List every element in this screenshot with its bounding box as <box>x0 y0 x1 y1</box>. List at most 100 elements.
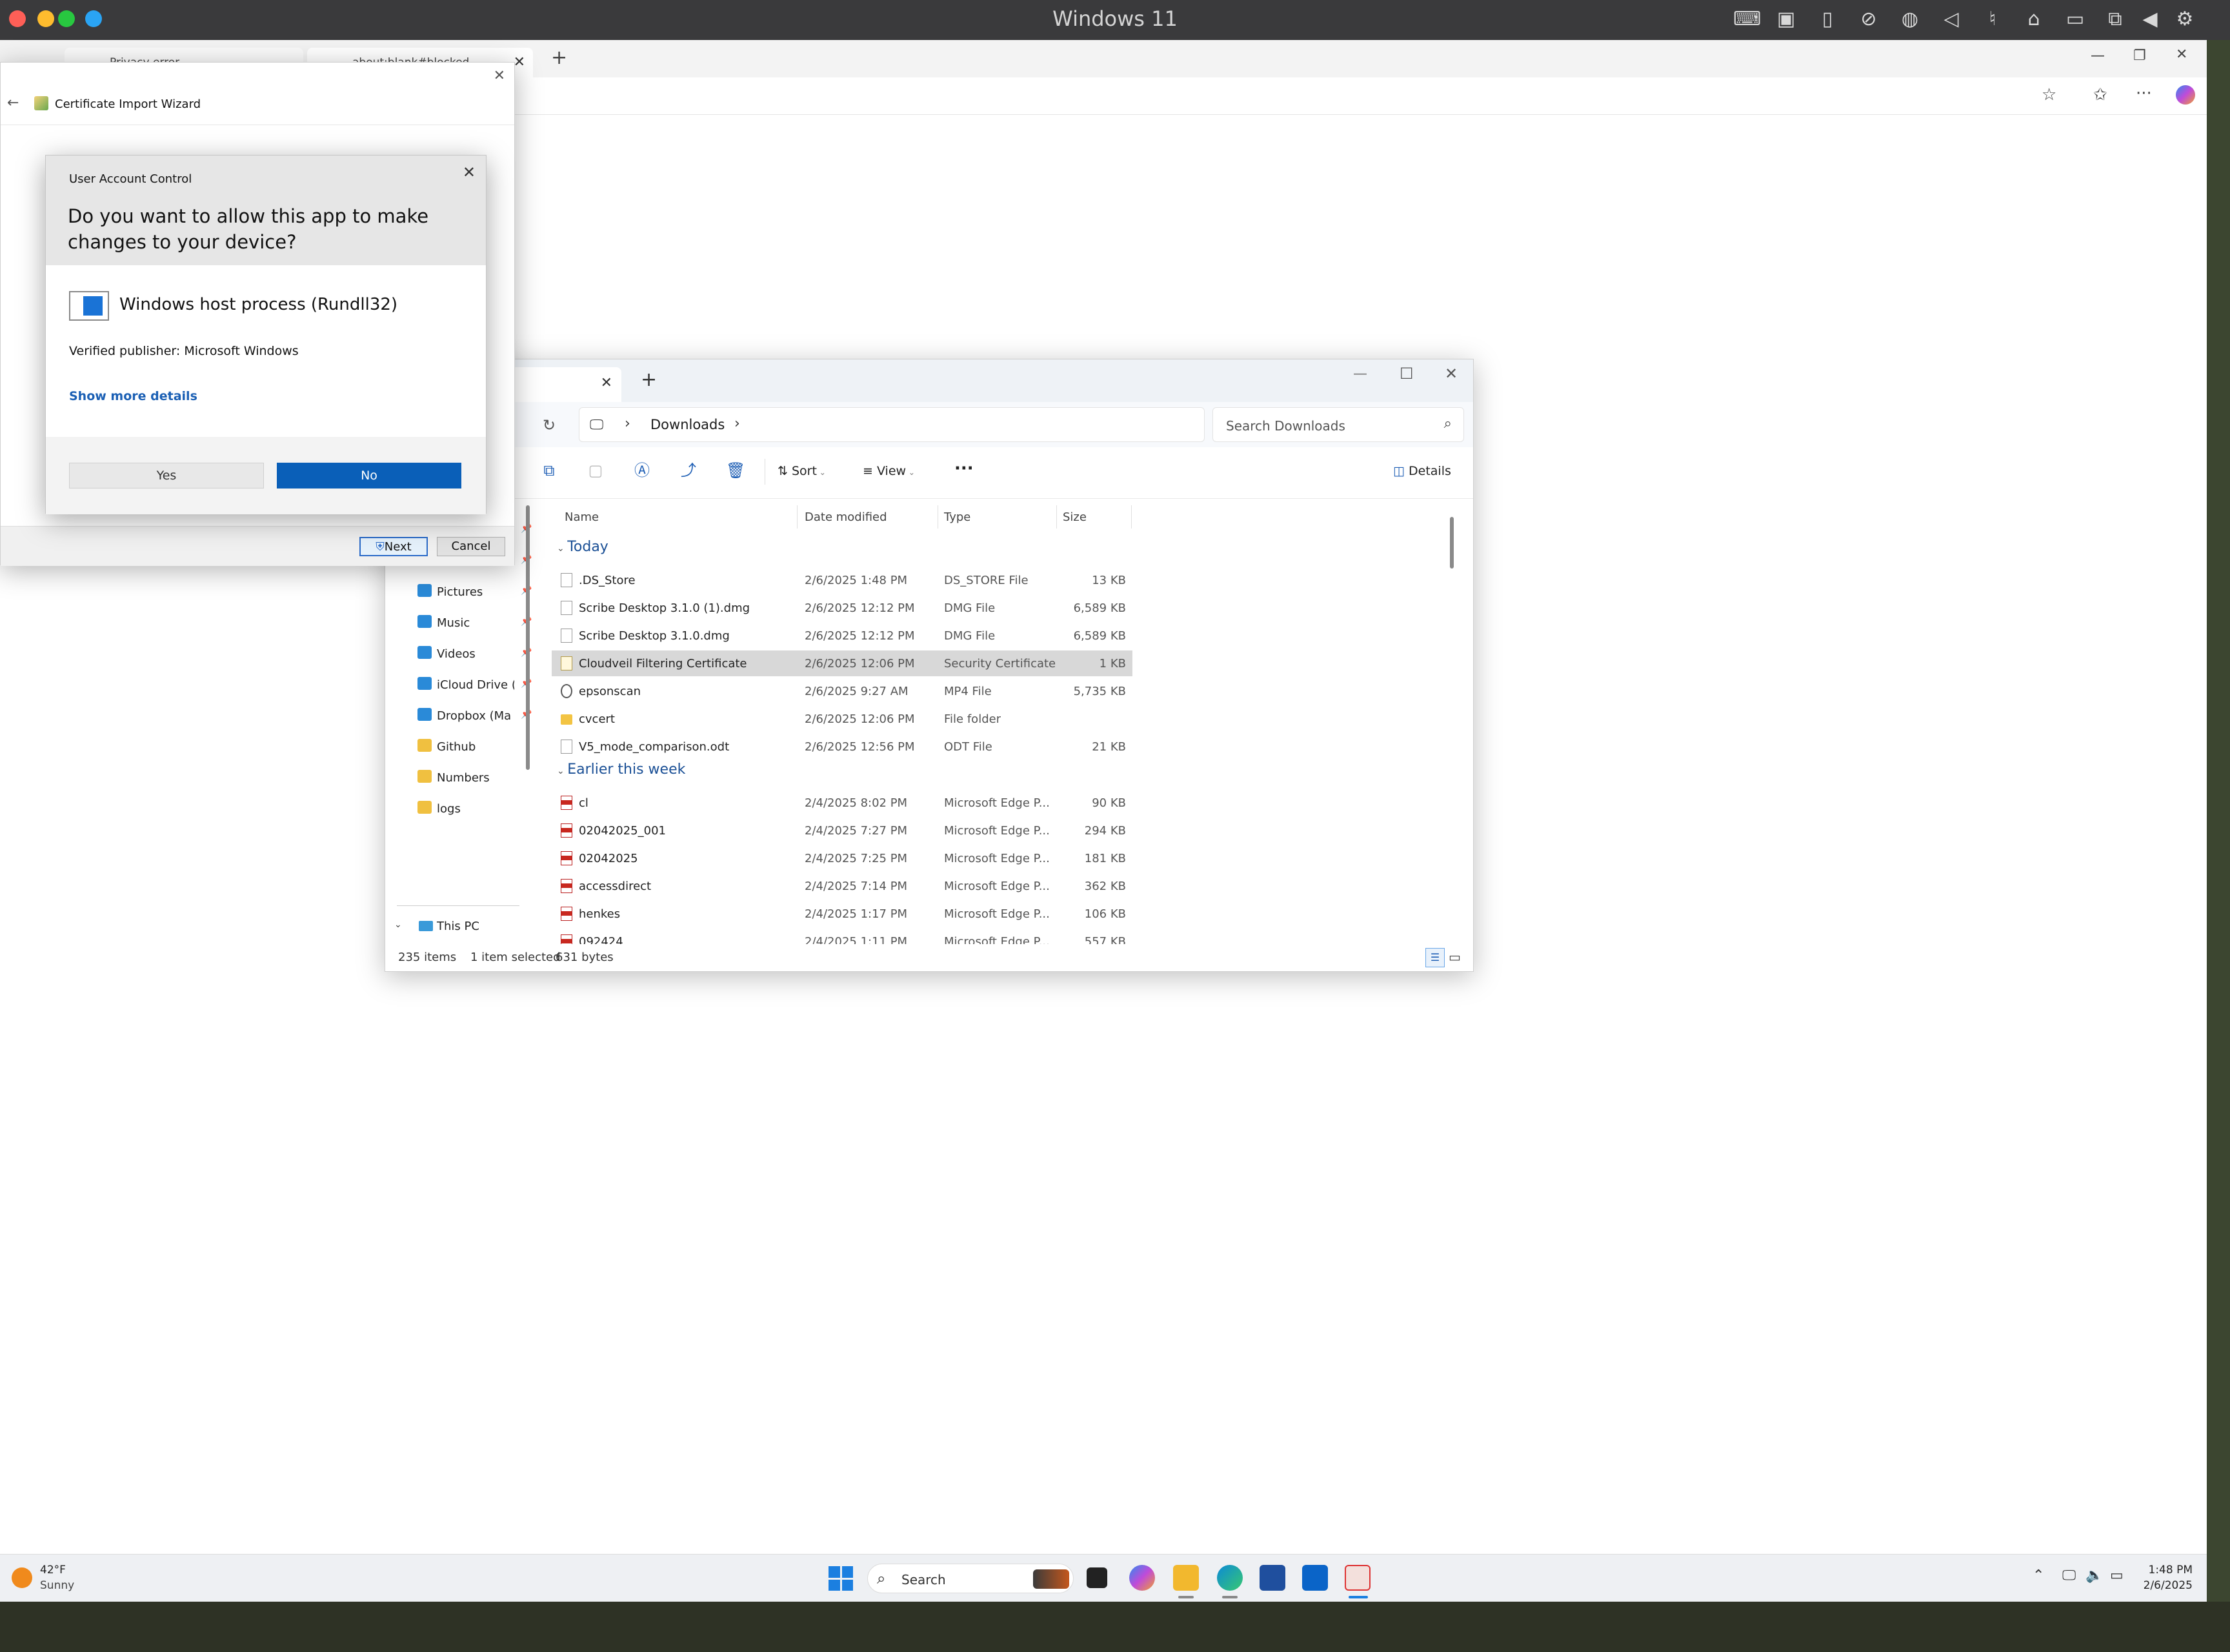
nav-item[interactable]: logs <box>417 796 534 821</box>
store-icon[interactable] <box>1260 1565 1285 1591</box>
nav-item[interactable]: Videos📌 <box>417 641 534 667</box>
nav-scrollbar[interactable] <box>526 505 530 770</box>
rename-icon[interactable]: Ⓐ <box>633 461 651 479</box>
delete-icon[interactable]: 🗑 <box>726 461 745 479</box>
view-button[interactable]: ≡ View ⌄ <box>863 464 915 478</box>
close-icon[interactable]: ✕ <box>2176 46 2187 63</box>
column-type[interactable]: Type <box>944 510 970 524</box>
back-arrow-icon[interactable]: ◀ <box>2140 9 2160 30</box>
breadcrumb-downloads[interactable]: Downloads <box>650 417 725 432</box>
nav-this-pc[interactable]: This PC <box>437 920 479 933</box>
new-tab-button[interactable]: + <box>551 46 567 69</box>
close-icon[interactable]: ✕ <box>494 68 505 84</box>
more-options-button[interactable]: ··· <box>954 459 974 478</box>
certificate-manager-icon[interactable] <box>1345 1565 1371 1591</box>
more-menu-icon[interactable]: ··· <box>2136 84 2152 103</box>
chevron-up-icon[interactable]: ⌃ <box>2033 1567 2044 1584</box>
nav-item[interactable]: Github <box>417 734 534 760</box>
tiles-view-icon[interactable]: ▭ <box>1449 949 1461 965</box>
table-row[interactable]: .DS_Store 2/6/2025 1:48 PM DS_STORE File 13… <box>552 567 1132 593</box>
show-more-details-link[interactable]: Show more details <box>69 389 197 403</box>
weather-temp[interactable]: 42°F <box>40 1564 66 1576</box>
nav-item[interactable]: iCloud Drive (📌 <box>417 672 534 698</box>
outlook-icon[interactable] <box>1302 1565 1328 1591</box>
paste-icon[interactable]: ▢ <box>587 461 605 479</box>
sun-icon[interactable] <box>12 1567 32 1588</box>
table-row[interactable]: Scribe Desktop 3.1.0.dmg 2/6/2025 12:12 P… <box>552 623 1132 649</box>
maximize-icon[interactable]: ☐ <box>1400 365 1414 383</box>
table-row[interactable]: V5_mode_comparison.odt 2/6/2025 12:56 PM O… <box>552 734 1132 760</box>
back-arrow-icon[interactable]: ← <box>7 95 19 111</box>
nav-item[interactable]: Pictures📌 <box>417 579 534 605</box>
gear-icon[interactable]: ⚙ <box>2175 9 2195 30</box>
table-row[interactable]: 092424 2/4/2025 1:11 PM Microsoft Edge P..… <box>552 929 1132 944</box>
keyboard-icon[interactable]: ⌨ <box>1733 9 1761 30</box>
refresh-icon[interactable]: ↻ <box>543 416 556 434</box>
minimize-icon[interactable]: — <box>2091 48 2105 64</box>
share-screen-icon[interactable]: ⧉ <box>2105 9 2125 30</box>
search-box[interactable]: Search Downloads ⌕ <box>1212 407 1464 442</box>
minimize-icon[interactable]: — <box>1353 366 1367 382</box>
column-name[interactable]: Name <box>565 510 599 524</box>
sort-button[interactable]: ⇅ Sort ⌄ <box>778 464 826 478</box>
nav-item[interactable]: Music📌 <box>417 610 534 636</box>
yes-button[interactable]: Yes <box>69 463 264 489</box>
usb-icon[interactable]: ▯ <box>1817 9 1838 30</box>
copy-icon[interactable]: ⧉ <box>540 461 558 479</box>
details-view-icon[interactable]: ☰ <box>1425 948 1445 967</box>
taskbar-search[interactable]: ⌕ Search <box>867 1564 1074 1593</box>
group-header[interactable]: ⌄ Earlier this week <box>557 761 685 778</box>
copilot-icon[interactable] <box>2176 85 2195 105</box>
table-row[interactable]: 02042025_001 2/4/2025 7:27 PM Microsoft Ed… <box>552 818 1132 843</box>
details-pane-button[interactable]: ◫ Details <box>1393 464 1451 478</box>
new-tab-icon[interactable]: + <box>641 368 657 391</box>
column-size[interactable]: Size <box>1063 510 1087 524</box>
column-date-modified[interactable]: Date modified <box>805 510 887 524</box>
no-button[interactable]: No <box>277 463 461 489</box>
close-icon[interactable]: ✕ <box>1445 365 1458 383</box>
list-scrollbar[interactable] <box>1450 517 1454 569</box>
copilot-icon[interactable] <box>1129 1565 1155 1591</box>
file-explorer-icon[interactable] <box>1173 1565 1199 1591</box>
edge-icon[interactable] <box>1217 1565 1243 1591</box>
volume-icon[interactable]: 🔈 <box>2085 1567 2103 1584</box>
nav-item[interactable]: Numbers <box>417 765 534 791</box>
drive-icon[interactable]: ⌂ <box>2024 9 2044 30</box>
globe-icon[interactable]: ◍ <box>1900 9 1920 30</box>
share-icon[interactable]: ⤴ <box>679 461 698 479</box>
task-view-icon[interactable] <box>1087 1567 1107 1588</box>
video-icon[interactable]: ▭ <box>2065 9 2085 30</box>
battery-icon[interactable]: ▭ <box>2110 1567 2124 1584</box>
next-button[interactable]: ⛨Next <box>359 537 428 556</box>
table-row[interactable]: epsonscan 2/6/2025 9:27 AM MP4 File 5,735 K… <box>552 678 1132 704</box>
table-row[interactable]: Cloudveil Filtering Certificate 2/6/2025 … <box>552 650 1132 676</box>
table-row[interactable]: accessdirect 2/4/2025 7:14 PM Microsoft Ed… <box>552 873 1132 899</box>
cpu-icon[interactable]: ▣ <box>1776 9 1796 30</box>
tab-close-icon[interactable]: ✕ <box>514 54 525 70</box>
search-input[interactable]: Search Downloads <box>1226 418 1345 434</box>
speaker-icon[interactable]: ◁ <box>1941 9 1962 30</box>
chevron-right-icon[interactable]: › <box>734 416 740 432</box>
table-row[interactable]: henkes 2/4/2025 1:17 PM Microsoft Edge P..… <box>552 901 1132 927</box>
weather-condition[interactable]: Sunny <box>40 1579 74 1592</box>
breadcrumb[interactable]: 🖵 › Downloads › <box>579 407 1205 442</box>
table-row[interactable]: cl 2/4/2025 8:02 PM Microsoft Edge P... 90 … <box>552 790 1132 816</box>
camera-off-icon[interactable]: ⊘ <box>1858 9 1879 30</box>
cancel-button[interactable]: Cancel <box>437 537 505 556</box>
table-row[interactable]: Scribe Desktop 3.1.0 (1).dmg 2/6/2025 12:… <box>552 595 1132 621</box>
table-row[interactable]: cvcert 2/6/2025 12:06 PM File folder <box>552 706 1132 732</box>
chevron-down-icon[interactable]: ⌄ <box>394 920 402 930</box>
group-header[interactable]: ⌄ Today <box>557 539 608 555</box>
search-icon[interactable]: ⌕ <box>1444 416 1452 432</box>
microphone-icon[interactable]: ♮ <box>1982 9 2003 30</box>
favorites-icon[interactable]: ✩ <box>2093 85 2107 105</box>
table-row[interactable]: 02042025 2/4/2025 7:25 PM Microsoft Edge P… <box>552 845 1132 871</box>
close-icon[interactable]: ✕ <box>463 163 476 181</box>
restore-icon[interactable]: ❐ <box>2133 48 2146 64</box>
network-icon[interactable]: 🖵 <box>2062 1567 2076 1584</box>
clock-date[interactable]: 2/6/2025 <box>2141 1579 2193 1592</box>
windows-start-icon[interactable] <box>829 1566 853 1591</box>
nav-item[interactable]: Dropbox (Ma📌 <box>417 703 534 729</box>
tab-close-icon[interactable]: ✕ <box>601 375 612 391</box>
favorite-star-icon[interactable]: ☆ <box>2042 85 2056 105</box>
